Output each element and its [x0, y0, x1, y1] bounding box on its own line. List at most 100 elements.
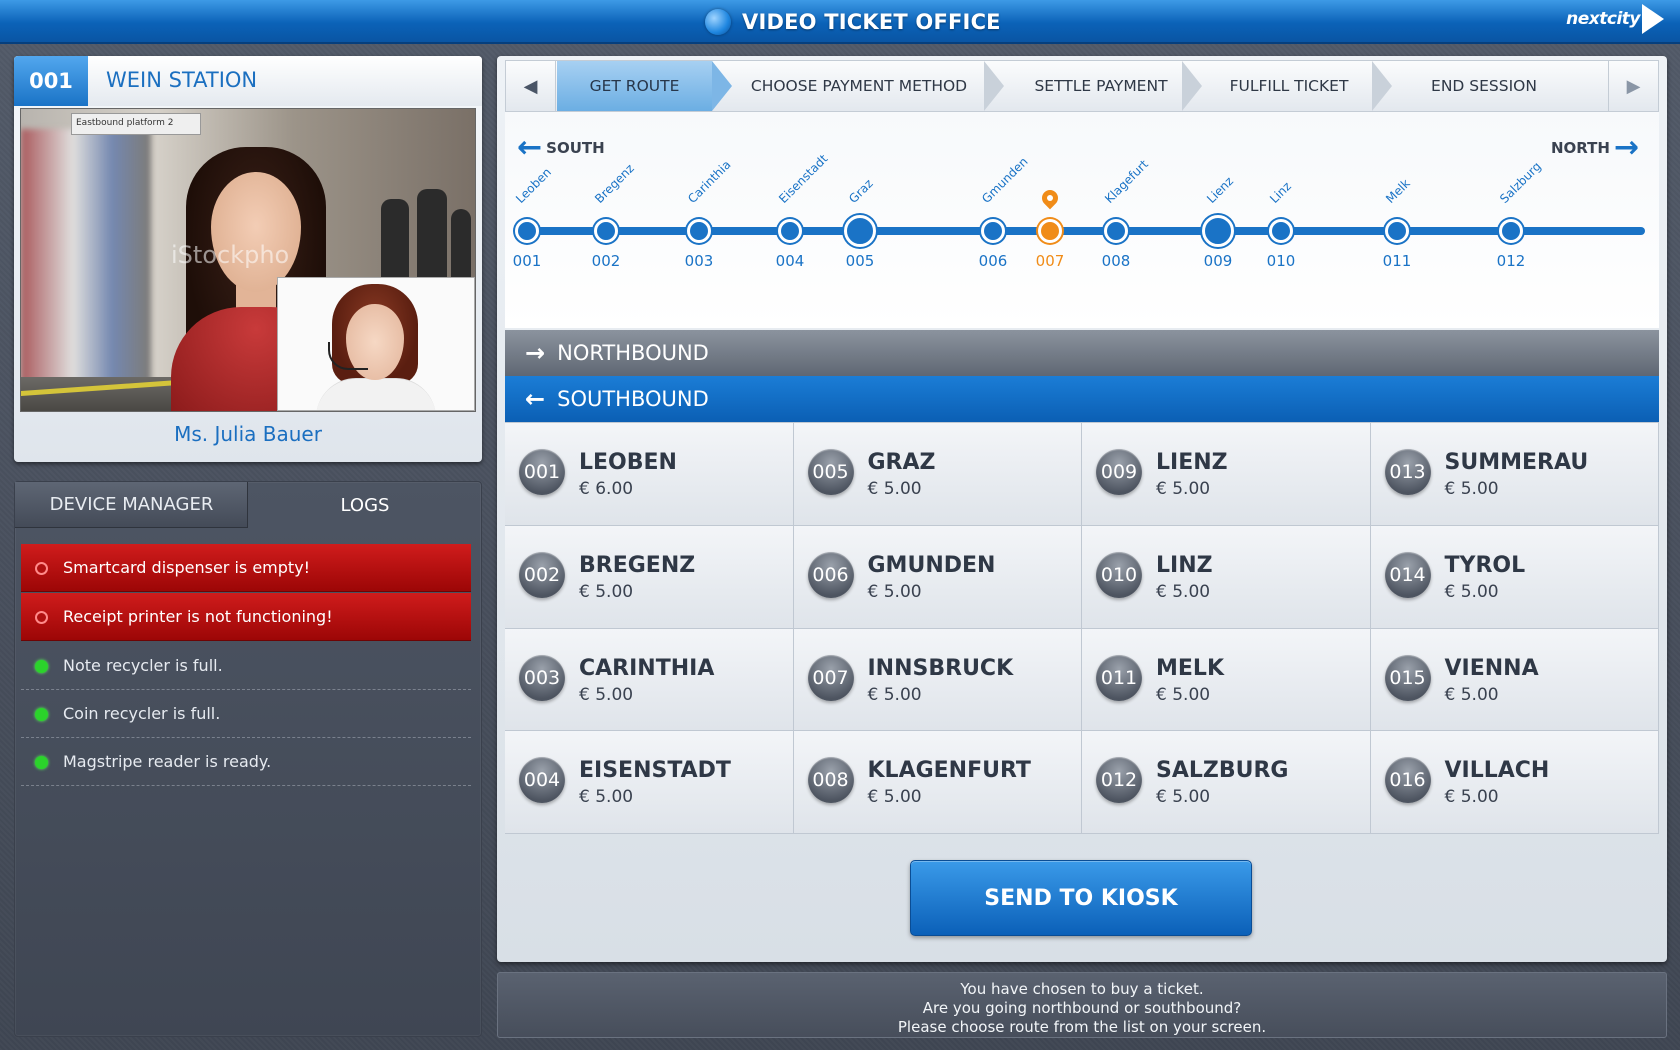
destination-name: MELK [1156, 655, 1224, 681]
ok-status-icon [35, 660, 48, 673]
route-stop-name: Graz [846, 176, 876, 206]
log-text: Smartcard dispenser is empty! [63, 558, 311, 577]
destination-number-badge: 014 [1384, 551, 1431, 598]
log-text: Coin recycler is full. [63, 704, 221, 723]
platform-sign: Eastbound platform 2 [71, 113, 201, 135]
route-stop-number: 012 [1496, 252, 1526, 270]
destination-name: TYROL [1444, 552, 1526, 578]
northbound-label: NORTHBOUND [557, 341, 709, 365]
route-stop-name: Leoben [513, 165, 554, 206]
route-stop[interactable] [1104, 219, 1128, 243]
route-stop[interactable] [778, 219, 802, 243]
route-stop[interactable] [1269, 219, 1293, 243]
south-direction[interactable]: ← SOUTH [517, 133, 605, 163]
customer-video-feed: Eastbound platform 2 iStockpho [20, 108, 476, 412]
route-stop-name: Klagefurt [1102, 157, 1151, 206]
destination-name: EISENSTADT [579, 758, 731, 784]
destination-name: VILLACH [1444, 758, 1550, 784]
error-status-icon [35, 611, 48, 624]
destination-cell[interactable]: 006 GMUNDEN € 5.00 [793, 525, 1082, 629]
southbound-option[interactable]: ← SOUTHBOUND [505, 376, 1659, 422]
station-name: WEIN STATION [106, 68, 258, 92]
step-end-session[interactable]: END SESSION [1394, 61, 1574, 111]
step-choose-payment[interactable]: CHOOSE PAYMENT METHOD [734, 61, 984, 111]
destination-price: € 5.00 [579, 684, 634, 705]
log-item: Note recycler is full. [21, 642, 471, 690]
title-wrap: VIDEO TICKET OFFICE [705, 7, 1001, 37]
ok-status-icon [35, 756, 48, 769]
destination-name: SALZBURG [1156, 758, 1289, 784]
steps-prev-button[interactable]: ◀ [506, 61, 556, 111]
route-stop[interactable] [687, 219, 711, 243]
step-fulfill-ticket[interactable]: FULFILL TICKET [1204, 61, 1374, 111]
tab-device-manager[interactable]: DEVICE MANAGER [15, 482, 248, 528]
train-blur [21, 129, 151, 399]
destination-cell[interactable]: 010 LINZ € 5.00 [1082, 525, 1371, 629]
destination-price: € 5.00 [1156, 787, 1211, 808]
destination-price: € 5.00 [867, 787, 922, 808]
destination-name: KLAGENFURT [867, 758, 1031, 784]
arrow-right-icon: → [525, 339, 546, 367]
route-stop-number: 008 [1101, 252, 1131, 270]
destination-cell[interactable]: 014 TYROL € 5.00 [1370, 525, 1659, 629]
step-separator [712, 61, 732, 111]
destination-cell[interactable]: 013 SUMMERAU € 5.00 [1370, 423, 1659, 526]
destination-cell[interactable]: 011 MELK € 5.00 [1082, 628, 1371, 732]
destination-cell[interactable]: 004 EISENSTADT € 5.00 [505, 731, 794, 834]
destination-cell[interactable]: 016 VILLACH € 5.00 [1370, 731, 1659, 834]
route-stop-number: 006 [978, 252, 1008, 270]
destination-cell[interactable]: 003 CARINTHIA € 5.00 [505, 628, 794, 732]
destination-number-badge: 007 [807, 654, 854, 701]
route-stop[interactable] [594, 219, 618, 243]
log-item: Receipt printer is not functioning! [21, 593, 471, 641]
step-settle-payment[interactable]: SETTLE PAYMENT [1006, 61, 1196, 111]
send-to-kiosk-button[interactable]: SEND TO KIOSK [910, 860, 1252, 936]
north-direction[interactable]: NORTH → [1551, 133, 1639, 163]
route-stop[interactable] [1385, 219, 1409, 243]
destination-cell[interactable]: 005 GRAZ € 5.00 [793, 423, 1082, 526]
destination-number-badge: 001 [519, 449, 565, 495]
destination-grid: 001 LEOBEN € 6.00 005 GRAZ € 5.00 009 LIENZ € 5.… [505, 422, 1659, 834]
step-get-route[interactable]: GET ROUTE [557, 61, 712, 111]
destination-cell[interactable]: 008 KLAGENFURT € 5.00 [793, 731, 1082, 834]
destination-number-badge: 010 [1096, 551, 1142, 598]
route-stop-number: 002 [591, 252, 621, 270]
destination-name: CARINTHIA [579, 655, 715, 681]
northbound-option[interactable]: → NORTHBOUND [505, 330, 1659, 376]
agent-video-pip [277, 277, 475, 411]
step-separator [1372, 61, 1392, 111]
route-stop[interactable] [1202, 215, 1234, 247]
error-status-icon [35, 562, 48, 575]
message-line: Please choose route from the list on you… [897, 1018, 1267, 1036]
route-stop[interactable] [1499, 219, 1523, 243]
log-text: Note recycler is full. [63, 656, 223, 675]
steps-next-button[interactable]: ▶ [1608, 61, 1658, 111]
destination-number-badge: 015 [1384, 654, 1431, 701]
destination-number-badge: 003 [519, 654, 565, 701]
destination-price: € 5.00 [1156, 581, 1211, 602]
instruction-message: You have chosen to buy a ticket. Are you… [497, 972, 1667, 1038]
destination-name: GMUNDEN [867, 552, 996, 578]
step-separator [984, 61, 1004, 111]
destination-cell[interactable]: 012 SALZBURG € 5.00 [1082, 731, 1371, 834]
route-stop[interactable] [844, 215, 876, 247]
tab-logs[interactable]: LOGS [248, 482, 482, 528]
destination-cell[interactable]: 002 BREGENZ € 5.00 [505, 525, 794, 629]
caller-name: Ms. Julia Bauer [174, 422, 322, 446]
route-stop[interactable] [1038, 219, 1062, 243]
destination-number-badge: 013 [1384, 449, 1431, 495]
logs-list: Smartcard dispenser is empty! Receipt pr… [21, 544, 471, 786]
destination-cell[interactable]: 001 LEOBEN € 6.00 [505, 423, 794, 526]
destination-number-badge: 005 [807, 449, 854, 495]
destination-number-badge: 002 [519, 551, 565, 598]
destination-cell[interactable]: 007 INNSBRUCK € 5.00 [793, 628, 1082, 732]
destination-number-badge: 006 [807, 551, 854, 598]
route-stop-name: Eisenstadt [776, 151, 831, 206]
route-stop[interactable] [981, 219, 1005, 243]
route-stop[interactable] [515, 219, 539, 243]
caller-header: 001 WEIN STATION [14, 56, 482, 106]
destination-cell[interactable]: 015 VIENNA € 5.00 [1370, 628, 1659, 732]
destination-price: € 5.00 [1156, 684, 1211, 705]
station-number: 001 [14, 56, 88, 106]
destination-cell[interactable]: 009 LIENZ € 5.00 [1082, 423, 1371, 526]
